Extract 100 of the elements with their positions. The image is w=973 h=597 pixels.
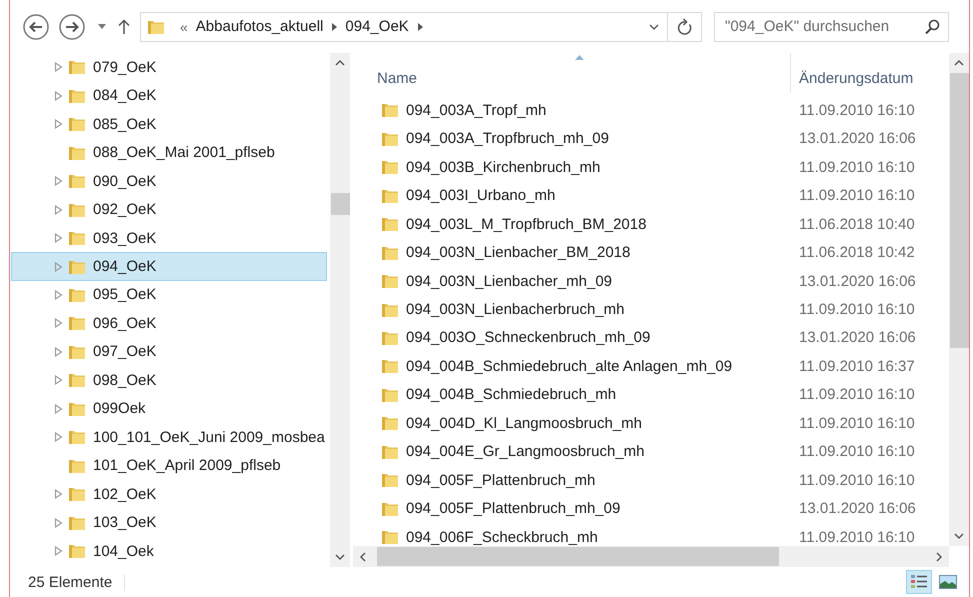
file-name[interactable]: 094_003L_M_Tropfbruch_BM_2018	[406, 216, 799, 233]
tree-item[interactable]: 095_OeK	[11, 280, 327, 310]
scrollbar[interactable]	[949, 53, 969, 546]
tree-item[interactable]: 098_OeK	[11, 366, 327, 395]
expand-arrow-icon[interactable]	[54, 432, 63, 442]
scrollbar[interactable]	[330, 53, 350, 567]
breadcrumb[interactable]: Abbaufotos_aktuell	[196, 18, 324, 35]
folder-icon	[68, 258, 86, 275]
tree-item[interactable]: 097_OeK	[11, 338, 327, 366]
file-name[interactable]: 094_003A_Tropf_mh	[406, 102, 799, 119]
folder-icon	[68, 88, 86, 104]
tree-item[interactable]: 104_Oek	[11, 536, 327, 566]
date-cell: 11.09.2010 16:10	[799, 386, 915, 404]
expand-arrow-icon[interactable]	[54, 290, 63, 300]
tree-item[interactable]: 088_OeK_Mai 2001_pflseb	[11, 138, 327, 167]
expand-arrow-icon[interactable]	[54, 518, 63, 528]
tree-item[interactable]: 085_OeK	[11, 110, 327, 138]
refresh-icon[interactable]	[676, 18, 692, 36]
tree-item[interactable]: 079_OeK	[11, 53, 327, 82]
column-header[interactable]: Name	[377, 53, 790, 93]
file-name[interactable]: 094_004D_Kl_Langmoosbruch_mh	[406, 414, 799, 432]
expand-arrow-icon[interactable]	[54, 346, 63, 357]
date-cell: 11.06.2018 10:42	[799, 244, 915, 262]
scroll-up-icon[interactable]	[335, 60, 345, 66]
scroll-right-icon[interactable]	[936, 552, 942, 562]
expand-arrow-icon[interactable]	[54, 546, 63, 556]
file-name[interactable]: 094_003I_Urbano_mh	[406, 187, 799, 204]
file-name[interactable]: 094_004B_Schmiedebruch_alte Anlagen_mh_09	[406, 358, 799, 375]
scrollbar-thumb[interactable]	[950, 73, 968, 348]
file-name[interactable]: 094_003A_Tropfbruch_mh_09	[406, 130, 799, 148]
expand-arrow-icon[interactable]	[54, 62, 63, 72]
expand-arrow-icon[interactable]	[54, 262, 63, 272]
folder-icon	[381, 444, 399, 460]
file-name[interactable]: 094_003O_Schneckenbruch_mh_09	[406, 329, 799, 346]
date-cell: 13.01.2020 16:06	[799, 130, 916, 148]
up-arrow-icon[interactable]	[118, 19, 130, 34]
expand-arrow-icon[interactable]	[54, 404, 63, 414]
tree-item[interactable]: 102_OeK	[11, 480, 327, 508]
file-name[interactable]: 094_005F_Plattenbruch_mh	[406, 472, 799, 489]
date-cell: 13.01.2020 16:06	[799, 329, 916, 346]
view-button[interactable]	[906, 570, 932, 594]
file-name[interactable]: 094_003N_Lienbacherbruch_mh	[406, 301, 799, 318]
tree-item[interactable]: 090_OeK	[11, 166, 327, 196]
folder-icon	[68, 173, 86, 190]
search-icon[interactable]	[925, 18, 940, 34]
tree-item[interactable]: 084_OeK	[11, 81, 327, 110]
folder-icon	[381, 273, 399, 290]
back-button[interactable]	[22, 12, 50, 40]
expand-arrow-icon[interactable]	[54, 233, 63, 244]
folder-icon	[381, 302, 399, 318]
expand-arrow-icon[interactable]	[54, 176, 63, 186]
dropdown-icon[interactable]	[649, 24, 659, 30]
tree-item[interactable]: 094_OeK	[11, 252, 327, 281]
tree-item[interactable]: 099Oek	[11, 394, 327, 424]
date-cell: 11.09.2010 16:10	[799, 187, 915, 204]
date-cell: 11.09.2010 16:10	[799, 443, 915, 460]
forward-button[interactable]	[58, 12, 86, 40]
folder-icon	[68, 400, 86, 417]
file-name[interactable]: 094_004B_Schmiedebruch_mh	[406, 386, 799, 404]
caret-icon[interactable]	[98, 24, 106, 29]
scroll-down-icon[interactable]	[954, 533, 964, 539]
expand-arrow-icon[interactable]	[54, 119, 63, 130]
picture-view-icon	[939, 575, 957, 589]
scroll-down-icon[interactable]	[335, 554, 345, 560]
expand-arrow-icon[interactable]	[54, 489, 63, 500]
file-name[interactable]: 094_006F_Scheckbruch_mh	[406, 528, 799, 546]
search-field[interactable]: "094_OeK" durchsuchen	[714, 12, 949, 42]
tree-item[interactable]: 093_OeK	[11, 224, 327, 252]
scrollbar-thumb[interactable]	[330, 193, 350, 215]
folder-icon	[68, 230, 86, 246]
date-cell: 13.01.2020 16:06	[799, 500, 916, 518]
tree-item[interactable]: 092_OeK	[11, 195, 327, 224]
file-name[interactable]: 094_005F_Plattenbruch_mh_09	[406, 500, 799, 518]
address-bar[interactable]: « Abbaufotos_aktuell 094_OeK	[140, 12, 702, 42]
date-cell: 13.01.2020 16:06	[799, 272, 916, 290]
date-cell: 11.09.2010 16:10	[799, 414, 915, 432]
overflow-chevrons[interactable]: «	[180, 18, 188, 34]
tree-item[interactable]: 096_OeK	[11, 309, 327, 338]
expand-arrow-icon[interactable]	[54, 318, 63, 328]
file-name[interactable]: 094_003N_Lienbacher_mh_09	[406, 272, 799, 290]
expand-arrow-icon[interactable]	[54, 204, 63, 215]
date-cell: 11.09.2010 16:10	[799, 472, 915, 489]
tree-item[interactable]: 103_OeK	[11, 508, 327, 537]
expand-arrow-icon[interactable]	[54, 375, 63, 386]
folder-icon	[381, 472, 399, 488]
breadcrumb[interactable]: 094_OeK	[345, 18, 409, 35]
file-name[interactable]: 094_004E_Gr_Langmoosbruch_mh	[406, 443, 799, 460]
scroll-left-icon[interactable]	[360, 552, 366, 562]
scrollbar-thumb[interactable]	[377, 547, 779, 566]
scroll-up-icon[interactable]	[954, 60, 964, 66]
horizontal-scrollbar[interactable]	[353, 546, 949, 567]
file-name[interactable]: 094_003N_Lienbacher_BM_2018	[406, 244, 799, 262]
folder-icon	[68, 429, 86, 446]
tree-item[interactable]: 100_101_OeK_Juni 2009_mosbea	[11, 423, 327, 452]
breadcrumb-arrow-icon	[331, 22, 338, 30]
file-name[interactable]: 094_003B_Kirchenbruch_mh	[406, 158, 799, 176]
expand-arrow-icon[interactable]	[54, 90, 63, 101]
folder-icon	[381, 159, 399, 176]
folder-icon	[68, 202, 86, 218]
tree-item[interactable]: 101_OeK_April 2009_pflseb	[11, 452, 327, 480]
